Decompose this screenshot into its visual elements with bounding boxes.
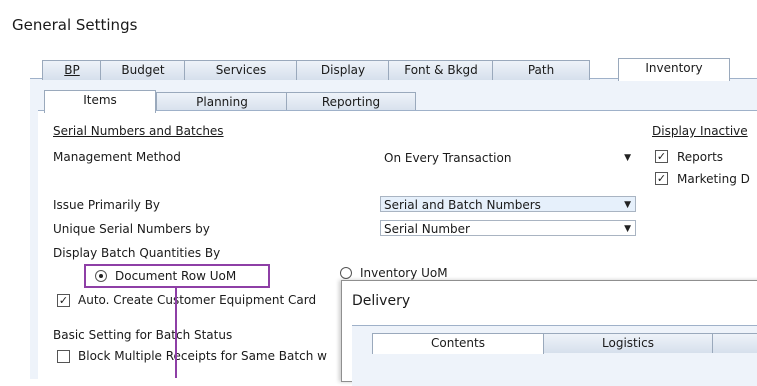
tab-inventory-label: Inventory (645, 61, 703, 75)
tab-inventory[interactable]: Inventory (618, 58, 730, 81)
serial-section-heading: Serial Numbers and Batches (53, 124, 224, 138)
chevron-down-icon: ▼ (624, 200, 631, 210)
tab-bp[interactable]: BP (42, 60, 102, 80)
delivery-window: Delivery Contents Logistics (341, 280, 757, 386)
highlight-connector-line (175, 288, 177, 378)
tab-font-bkgd[interactable]: Font & Bkgd (388, 60, 494, 80)
radio-inventory-uom[interactable] (340, 267, 352, 279)
management-method-dropdown[interactable]: On Every Transaction ▼ (380, 149, 636, 165)
block-multiple-label: Block Multiple Receipts for Same Batch w (78, 349, 327, 363)
auto-create-checkbox[interactable]: ✓ (57, 294, 70, 307)
delivery-tab-logistics[interactable]: Logistics (542, 333, 714, 353)
display-batch-label: Display Batch Quantities By (53, 246, 221, 260)
tab-services[interactable]: Services (184, 60, 298, 80)
tab-path-label: Path (527, 63, 555, 77)
tab-font-bkgd-label: Font & Bkgd (404, 63, 478, 77)
subtab-planning-label: Planning (196, 95, 248, 109)
unique-serial-dropdown[interactable]: Serial Number ▼ (380, 220, 636, 236)
block-multiple-checkbox[interactable] (57, 350, 70, 363)
unique-serial-label: Unique Serial Numbers by (53, 222, 210, 236)
tab-bp-label: BP (64, 63, 80, 77)
subtab-items[interactable]: Items (44, 90, 156, 113)
tab-budget-label: Budget (121, 63, 165, 77)
auto-create-label: Auto. Create Customer Equipment Card (78, 293, 317, 307)
tab-display-label: Display (320, 63, 366, 77)
radio-inventory-uom-label: Inventory UoM (360, 266, 448, 280)
delivery-tab-logistics-label: Logistics (602, 336, 654, 350)
basic-setting-label: Basic Setting for Batch Status (53, 328, 233, 342)
chevron-down-icon: ▼ (624, 224, 631, 234)
delivery-window-title: Delivery (352, 293, 411, 309)
delivery-tab-contents[interactable]: Contents (372, 333, 544, 354)
marketing-label: Marketing D (677, 172, 750, 186)
issue-primarily-dropdown[interactable]: Serial and Batch Numbers ▼ (380, 196, 636, 212)
delivery-tab-more[interactable] (712, 333, 757, 353)
subtab-reporting[interactable]: Reporting (286, 92, 416, 112)
marketing-checkbox[interactable]: ✓ (655, 172, 668, 185)
tab-services-label: Services (215, 63, 267, 77)
management-method-label: Management Method (53, 150, 181, 164)
tab-budget[interactable]: Budget (100, 60, 186, 80)
tab-path[interactable]: Path (492, 60, 590, 80)
reports-checkbox[interactable]: ✓ (655, 150, 668, 163)
chevron-down-icon: ▼ (624, 153, 631, 163)
unique-serial-value: Serial Number (384, 222, 470, 236)
display-inactive-heading: Display Inactive (652, 124, 748, 138)
window-title: General Settings (12, 16, 138, 34)
issue-primarily-label: Issue Primarily By (53, 198, 161, 212)
tab-display[interactable]: Display (296, 60, 390, 80)
management-method-value: On Every Transaction (384, 151, 512, 165)
issue-primarily-value: Serial and Batch Numbers (384, 198, 541, 212)
subtab-planning[interactable]: Planning (156, 92, 288, 112)
subtab-items-label: Items (83, 93, 117, 107)
delivery-tab-contents-label: Contents (431, 336, 485, 350)
reports-label: Reports (677, 150, 724, 164)
highlight-box (84, 264, 270, 288)
subtab-reporting-label: Reporting (321, 95, 381, 109)
